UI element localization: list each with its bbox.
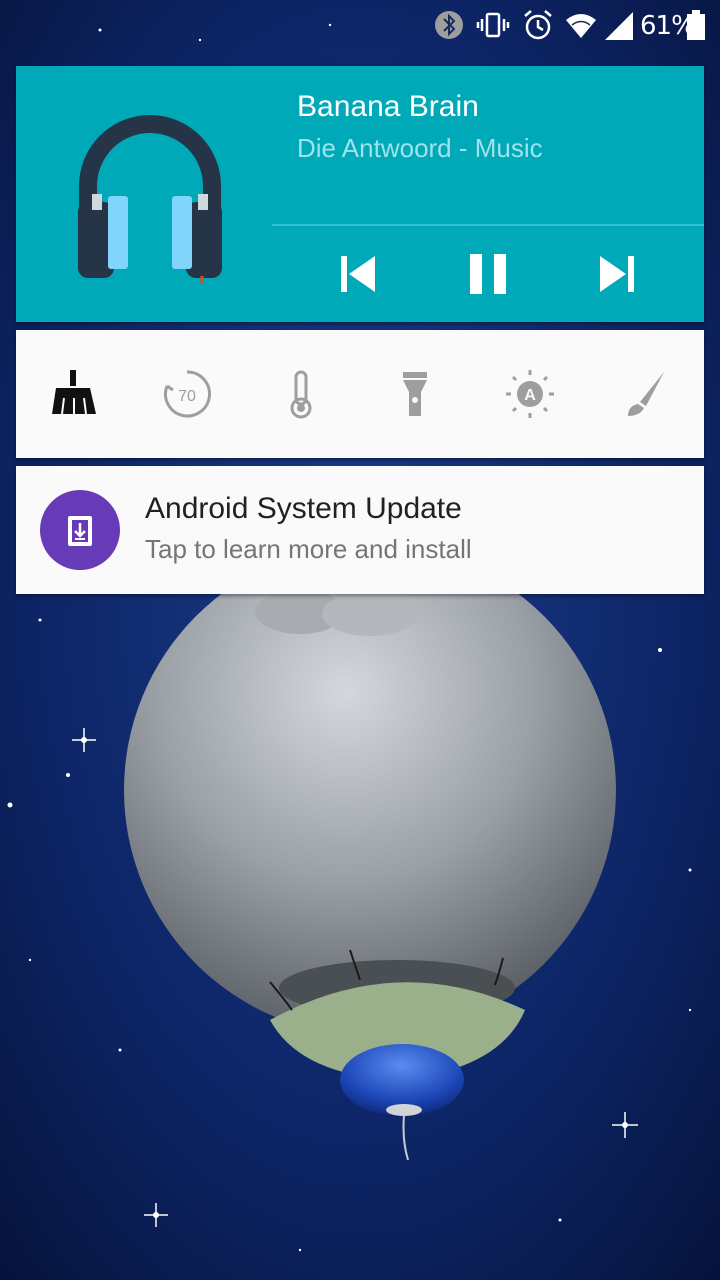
flashlight-icon[interactable] xyxy=(387,366,443,422)
media-notification[interactable]: Banana Brain Die Antwoord - Music xyxy=(16,66,704,322)
media-divider xyxy=(272,224,704,226)
headphones-icon xyxy=(78,115,222,284)
vibrate-icon xyxy=(476,12,510,38)
system-update-icon xyxy=(40,490,120,570)
timer-icon[interactable]: 70 xyxy=(159,366,215,422)
pause-icon[interactable] xyxy=(460,246,516,302)
thermometer-icon[interactable] xyxy=(273,366,329,422)
battery-icon xyxy=(687,10,705,40)
notification-text: Tap to learn more and install xyxy=(145,534,472,564)
brush-icon[interactable] xyxy=(616,366,672,422)
bluetooth-icon xyxy=(435,11,463,39)
skip-previous-icon[interactable] xyxy=(331,246,387,302)
notification-title: Android System Update xyxy=(145,492,462,525)
quick-toggles-panel: 70 A xyxy=(16,330,704,458)
alarm-icon xyxy=(524,10,552,40)
broom-icon[interactable] xyxy=(46,366,102,422)
cell-signal-icon xyxy=(605,12,633,40)
wifi-icon xyxy=(566,14,596,38)
track-title: Banana Brain xyxy=(297,90,479,123)
auto-brightness-icon[interactable]: A xyxy=(502,366,558,422)
skip-next-icon[interactable] xyxy=(588,246,644,302)
timer-label: 70 xyxy=(178,388,196,405)
system-update-notification[interactable]: Android System Update Tap to learn more … xyxy=(16,466,704,594)
status-bar: 61% xyxy=(0,0,720,52)
track-subtitle: Die Antwoord - Music xyxy=(297,133,543,163)
auto-brightness-label: A xyxy=(524,387,536,404)
